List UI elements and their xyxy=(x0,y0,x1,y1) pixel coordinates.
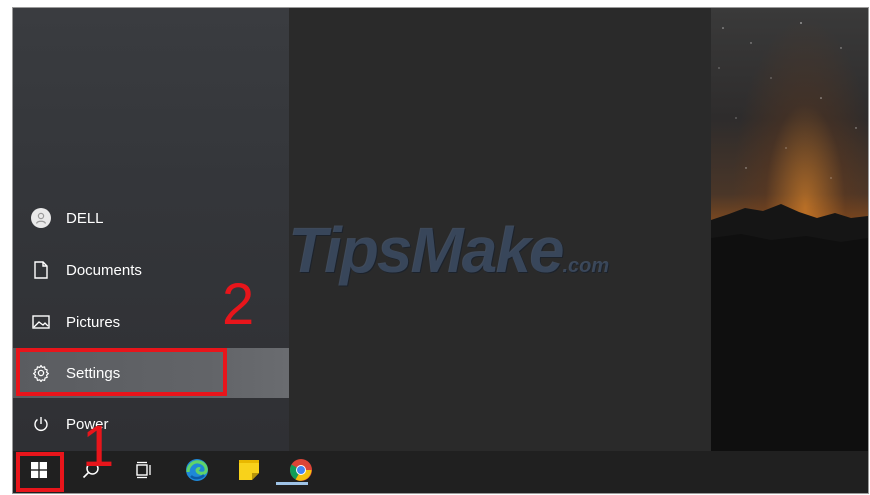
edge-taskbar-button[interactable] xyxy=(175,451,219,493)
power-icon xyxy=(30,413,52,435)
chrome-taskbar-button[interactable] xyxy=(279,451,323,493)
desktop-screen: DELL Documents Pictures Settings Power T… xyxy=(13,8,868,493)
settings-highlight-box xyxy=(16,348,227,396)
edge-icon xyxy=(185,458,209,487)
pictures-label: Pictures xyxy=(66,313,121,331)
start-menu-item-power[interactable]: Power xyxy=(13,400,289,448)
user-name-label: DELL xyxy=(66,209,104,227)
chrome-running-indicator xyxy=(276,482,308,485)
start-menu-item-user[interactable]: DELL xyxy=(13,194,289,242)
desktop-wallpaper xyxy=(711,8,868,451)
task-view-button[interactable] xyxy=(121,451,165,493)
step-2-label: 2 xyxy=(222,272,255,337)
step-1-label: 1 xyxy=(82,414,115,479)
pictures-icon xyxy=(30,311,52,333)
documents-label: Documents xyxy=(66,261,142,279)
taskbar xyxy=(13,451,868,493)
sticky-notes-taskbar-button[interactable] xyxy=(227,451,271,493)
start-highlight-box xyxy=(16,452,64,492)
watermark-logo: TipsMake.com xyxy=(288,214,610,286)
document-icon xyxy=(30,259,52,281)
task-view-icon xyxy=(134,461,152,484)
user-avatar-icon xyxy=(30,207,52,229)
sticky-notes-icon xyxy=(238,459,260,486)
